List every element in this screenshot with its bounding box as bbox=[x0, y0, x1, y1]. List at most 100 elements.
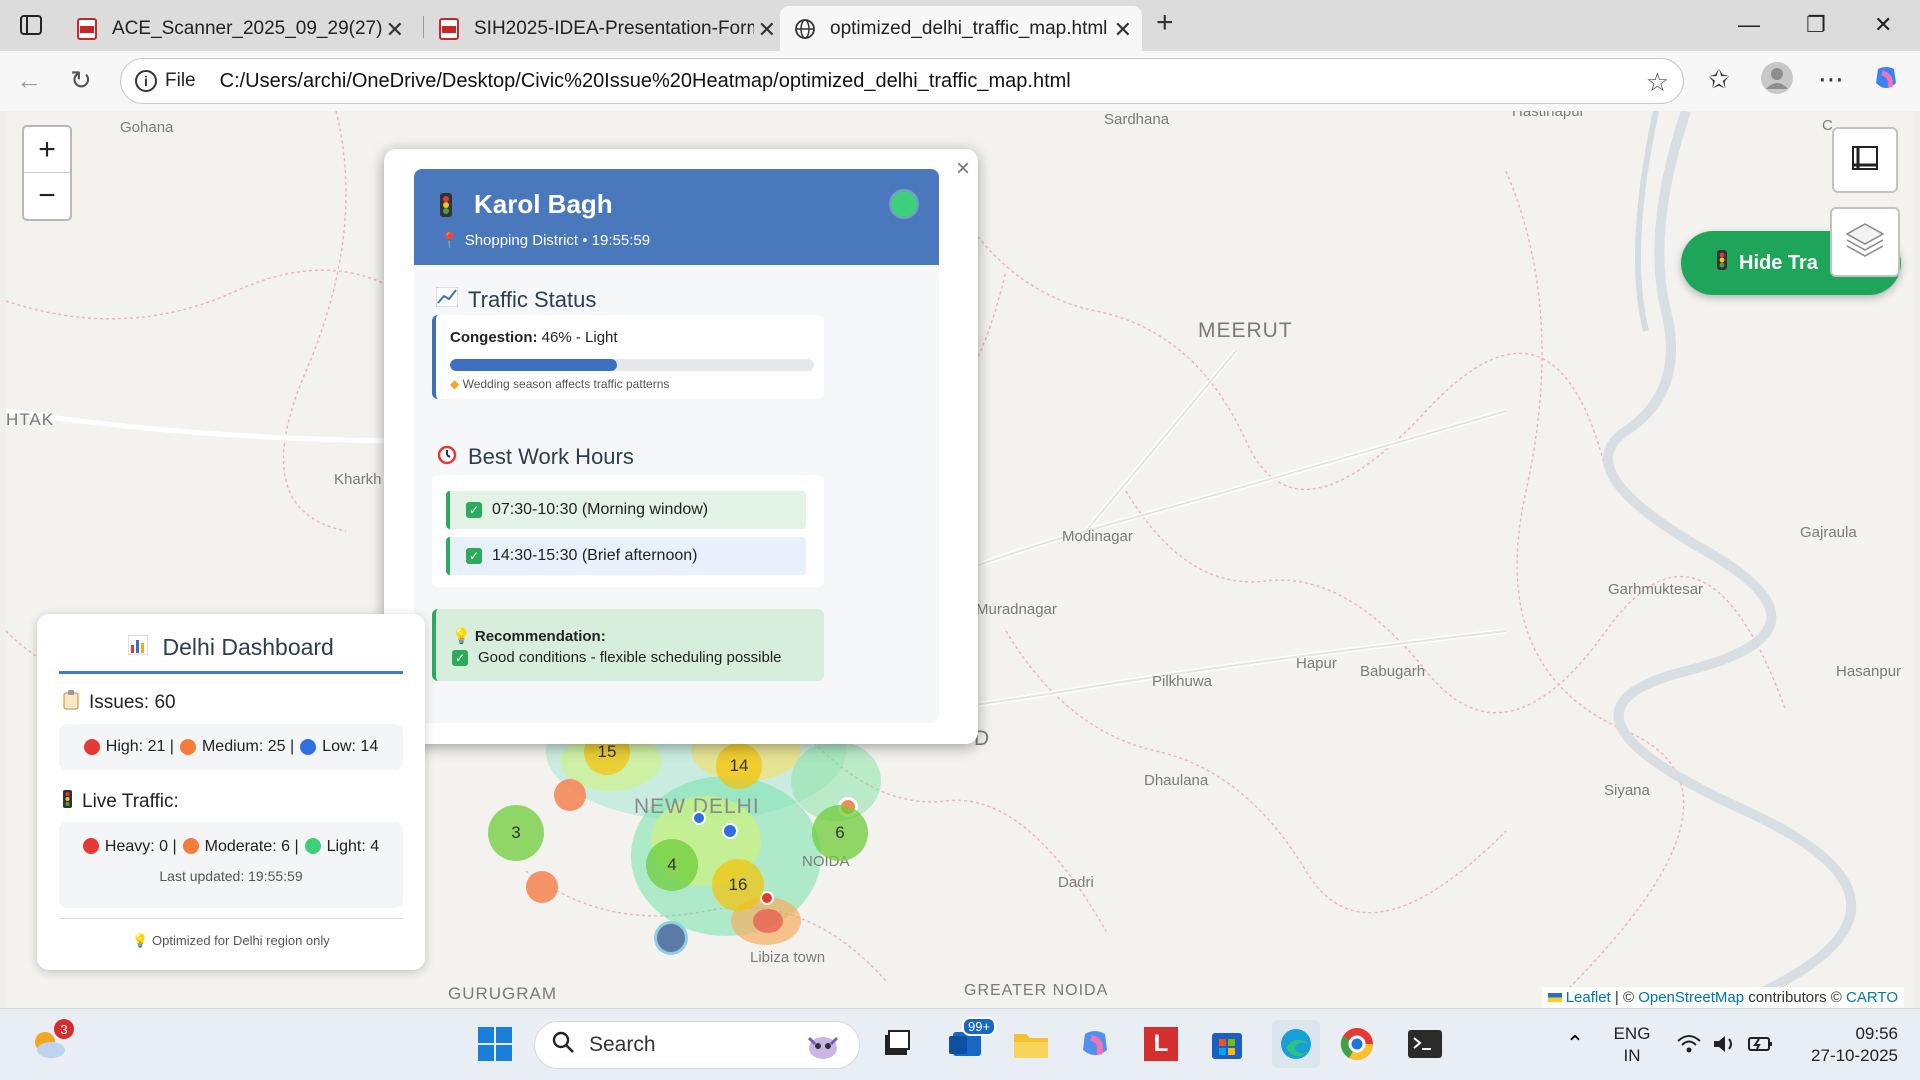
carto-link[interactable]: CARTO bbox=[1846, 989, 1898, 1006]
traffic-note: Wedding season affects traffic patterns bbox=[462, 377, 670, 391]
task-view-icon[interactable] bbox=[876, 1023, 918, 1065]
address-bar[interactable]: i File C:/Users/archi/OneDrive/Desktop/C… bbox=[120, 58, 1684, 104]
place-label: Kharkh bbox=[334, 471, 382, 488]
place-label: GREATER NOIDA bbox=[964, 982, 1109, 999]
pdf-icon bbox=[76, 17, 98, 40]
traffic-breakdown: Heavy: 0 | Moderate: 6 | Light: 4 bbox=[59, 822, 403, 908]
close-tab-icon[interactable]: ✕ bbox=[758, 17, 776, 43]
close-tab-icon[interactable]: ✕ bbox=[1114, 17, 1132, 43]
profile-avatar-icon[interactable] bbox=[1760, 61, 1794, 102]
tray-overflow-icon[interactable]: ⌃ bbox=[1554, 1023, 1596, 1065]
language-indicator[interactable]: ENG IN bbox=[1608, 1023, 1656, 1067]
chrome-icon[interactable] bbox=[1336, 1023, 1378, 1065]
location-name: Karol Bagh bbox=[474, 189, 613, 219]
place-label: MEERUT bbox=[1198, 319, 1293, 342]
recommendation-card: 💡 Recommendation: ✓ Good conditions - fl… bbox=[432, 609, 824, 681]
moderate-count: Moderate: 6 | bbox=[204, 838, 299, 855]
zoom-control: + − bbox=[22, 125, 72, 221]
tab-delhi-traffic-map[interactable]: optimized_delhi_traffic_map.html ✕ bbox=[780, 6, 1142, 51]
weather-badge: 3 bbox=[54, 1019, 74, 1039]
close-tab-icon[interactable]: ✕ bbox=[386, 17, 404, 43]
url-text[interactable]: C:/Users/archi/OneDrive/Desktop/Civic%20… bbox=[220, 70, 1071, 93]
footer-text: Optimized for Delhi region only bbox=[152, 933, 330, 948]
copilot-app-icon[interactable] bbox=[1074, 1023, 1116, 1065]
battery-icon[interactable] bbox=[1740, 1023, 1782, 1065]
lightbulb-icon: 💡 bbox=[452, 628, 471, 645]
minimize-icon[interactable]: — bbox=[1738, 12, 1760, 38]
congestion-value: 46% - Light bbox=[541, 329, 618, 346]
outlook-icon[interactable]: 99+ bbox=[946, 1017, 997, 1065]
leaflet-link[interactable]: Leaflet bbox=[1566, 989, 1611, 1006]
favorites-icon[interactable]: ✩ bbox=[1708, 64, 1730, 95]
last-updated: Last updated: 19:55:59 bbox=[159, 868, 303, 884]
taskbar-search[interactable]: Search bbox=[534, 1021, 860, 1069]
file-explorer-icon[interactable] bbox=[1010, 1023, 1052, 1065]
popup-body: Traffic Status Congestion: 46% - Light ◆… bbox=[414, 265, 939, 723]
cluster-count: 15 bbox=[597, 742, 617, 761]
zoom-out-button[interactable]: − bbox=[24, 173, 70, 219]
copilot-icon[interactable] bbox=[1870, 63, 1902, 102]
new-tab-icon[interactable]: + bbox=[1156, 6, 1174, 40]
medium-count: Medium: 25 | bbox=[201, 738, 295, 755]
tab-sih-presentation[interactable]: SIH2025-IDEA-Presentation-Form ✕ bbox=[424, 6, 786, 51]
place-label: Babugarh bbox=[1360, 663, 1426, 680]
issue-marker[interactable] bbox=[526, 871, 558, 903]
favorite-star-icon[interactable]: ☆ bbox=[1646, 67, 1669, 98]
tag-icon: ◆ bbox=[450, 377, 460, 391]
edge-icon[interactable] bbox=[1272, 1020, 1320, 1068]
clock[interactable]: 09:56 27-10-2025 bbox=[1790, 1023, 1898, 1067]
more-menu-icon[interactable]: ⋯ bbox=[1818, 64, 1844, 95]
live-traffic-label: Live Traffic: bbox=[82, 791, 179, 812]
issues-row: Issues: 60 bbox=[63, 690, 176, 716]
issue-marker[interactable] bbox=[692, 811, 706, 825]
popup-close-button[interactable]: × bbox=[956, 155, 970, 183]
info-icon[interactable]: i bbox=[135, 70, 157, 92]
fullscreen-icon bbox=[1852, 145, 1878, 175]
cluster-count: 4 bbox=[667, 855, 677, 874]
dashboard-footer: 💡 Optimized for Delhi region only bbox=[59, 918, 403, 949]
cluster-marker[interactable]: 6 bbox=[812, 805, 868, 861]
clock-time: 09:56 bbox=[1855, 1024, 1898, 1043]
place-label: Dhaulana bbox=[1144, 772, 1209, 789]
cluster-marker[interactable]: 3 bbox=[488, 805, 544, 861]
outlook-badge: 99+ bbox=[962, 1017, 997, 1036]
work-slot: ✓ 07:30-10:30 (Morning window) bbox=[446, 491, 806, 529]
delhi-dashboard: Delhi Dashboard Issues: 60 High: 21 | Me… bbox=[37, 614, 425, 970]
osm-link[interactable]: OpenStreetMap bbox=[1638, 989, 1744, 1006]
status-indicator bbox=[891, 191, 917, 217]
zoom-in-button[interactable]: + bbox=[24, 127, 70, 173]
close-window-icon[interactable]: ✕ bbox=[1874, 12, 1892, 38]
cluster-marker[interactable]: 16 bbox=[712, 859, 764, 911]
bar-chart-icon bbox=[127, 634, 154, 660]
clipboard-icon bbox=[63, 690, 79, 716]
place-label: GURUGRAM bbox=[448, 984, 558, 1003]
rec-text-line: ✓ Good conditions - flexible scheduling … bbox=[452, 649, 782, 666]
place-label: Gohana bbox=[120, 119, 174, 136]
restore-icon[interactable]: ❐ bbox=[1806, 12, 1826, 38]
fullscreen-button[interactable] bbox=[1832, 127, 1898, 193]
layers-button[interactable] bbox=[1830, 207, 1900, 277]
back-icon[interactable]: ← bbox=[16, 65, 42, 96]
medium-dot bbox=[179, 739, 196, 755]
app-l-icon[interactable]: L bbox=[1140, 1023, 1182, 1065]
issue-marker[interactable] bbox=[654, 921, 688, 955]
weather-icon[interactable]: 3 bbox=[28, 1019, 74, 1065]
section-title: Traffic Status bbox=[468, 287, 597, 312]
place-label: Modinagar bbox=[1062, 528, 1133, 545]
tab-actions-icon[interactable] bbox=[10, 10, 52, 40]
high-count: High: 21 | bbox=[105, 738, 174, 755]
moderate-dot bbox=[182, 838, 199, 854]
microsoft-store-icon[interactable] bbox=[1206, 1023, 1248, 1065]
terminal-icon[interactable] bbox=[1404, 1023, 1446, 1065]
cluster-marker[interactable]: 4 bbox=[646, 839, 698, 891]
start-button[interactable] bbox=[474, 1023, 516, 1065]
congestion-line: Congestion: 46% - Light bbox=[450, 329, 618, 346]
refresh-icon[interactable]: ↻ bbox=[70, 65, 92, 96]
issue-marker[interactable] bbox=[554, 779, 586, 811]
place-label: Libiza town bbox=[750, 949, 826, 966]
issue-marker[interactable] bbox=[722, 823, 738, 839]
low-dot bbox=[300, 739, 317, 755]
tab-ace-scanner[interactable]: ACE_Scanner_2025_09_29(27)[1].p ✕ bbox=[62, 6, 414, 51]
cluster-marker[interactable]: 14 bbox=[716, 743, 762, 789]
place-label: Garhmuktesar bbox=[1608, 581, 1704, 598]
